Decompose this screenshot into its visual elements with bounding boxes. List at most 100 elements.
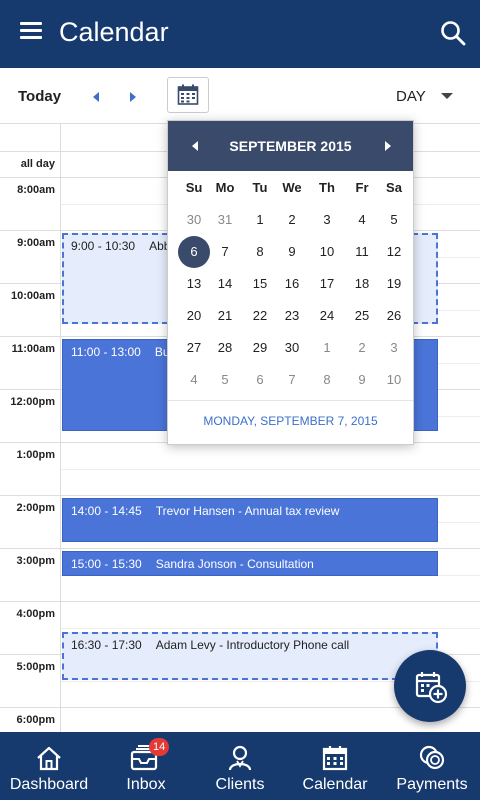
date-cell[interactable]: 5	[209, 364, 241, 396]
time-label: 11:00am	[11, 343, 55, 355]
payments-icon	[419, 745, 445, 770]
selected-date-label[interactable]: MONDAY, SEPTEMBER 7, 2015	[168, 414, 413, 428]
calendar-icon	[177, 84, 199, 105]
date-cell[interactable]: 25	[346, 300, 378, 332]
date-cell[interactable]: 11	[346, 236, 378, 268]
menu-icon[interactable]	[20, 22, 42, 40]
event-title: Trevor Hansen - Annual tax review	[155, 504, 340, 518]
event-time: 16:30 - 17:30	[71, 638, 142, 652]
inbox-badge: 14	[149, 738, 170, 756]
date-cell[interactable]: 18	[346, 268, 378, 300]
date-cell[interactable]: 3	[311, 204, 343, 236]
calendar-toolbar: Today DAY	[0, 68, 480, 124]
date-cell[interactable]: 2	[346, 332, 378, 364]
date-cell[interactable]: 6	[244, 364, 276, 396]
chevron-down-icon[interactable]	[441, 93, 453, 99]
all-day-label: all day	[20, 158, 55, 170]
time-label: 8:00am	[17, 184, 55, 196]
event-title: Adam Levy - Introductory Phone call	[155, 638, 350, 652]
weekday-label: Su	[185, 180, 203, 195]
next-month-icon[interactable]	[385, 141, 391, 151]
date-cell[interactable]: 15	[244, 268, 276, 300]
grid-line	[0, 601, 480, 602]
weekday-label: Th	[319, 180, 335, 195]
half-hour-line	[61, 628, 480, 629]
date-cell[interactable]: 9	[276, 236, 308, 268]
date-picker-popup: SEPTEMBER 2015 Su Mo Tu We Th Fr Sa 30 31…	[167, 120, 414, 445]
date-cell[interactable]: 1	[311, 332, 343, 364]
add-appointment-button[interactable]	[394, 650, 466, 722]
date-cell[interactable]: 23	[276, 300, 308, 332]
time-label: 12:00pm	[10, 396, 55, 408]
weekday-label: Sa	[386, 180, 402, 195]
divider	[168, 400, 413, 401]
next-day-icon[interactable]	[127, 90, 139, 104]
date-cell[interactable]: 7	[276, 364, 308, 396]
date-cell[interactable]: 14	[209, 268, 241, 300]
date-cell[interactable]: 21	[209, 300, 241, 332]
date-cell[interactable]: 10	[311, 236, 343, 268]
date-cell[interactable]: 22	[244, 300, 276, 332]
nav-label: Inbox	[126, 776, 166, 793]
date-cell[interactable]: 29	[244, 332, 276, 364]
date-cell[interactable]: 13	[178, 268, 210, 300]
nav-label: Payments	[396, 776, 468, 793]
weekday-label: Tu	[252, 180, 268, 195]
date-cell[interactable]: 12	[378, 236, 410, 268]
bottom-navigation: Dashboard 14 Inbox Clients Calendar Paym…	[0, 732, 480, 800]
time-label: 1:00pm	[16, 449, 55, 461]
event-time: 11:00 - 13:00	[71, 345, 141, 359]
date-cell[interactable]: 1	[244, 204, 276, 236]
date-cell[interactable]: 10	[378, 364, 410, 396]
date-cell[interactable]: 4	[178, 364, 210, 396]
date-cell[interactable]: 5	[378, 204, 410, 236]
date-cell[interactable]: 7	[209, 236, 241, 268]
event-time: 9:00 - 10:30	[71, 239, 136, 253]
date-cell[interactable]: 30	[276, 332, 308, 364]
nav-label: Clients	[215, 776, 265, 793]
today-button[interactable]: Today	[18, 88, 61, 105]
event-time: 15:00 - 15:30	[71, 557, 142, 571]
date-cell[interactable]: 16	[276, 268, 308, 300]
nav-item-calendar[interactable]: Calendar	[286, 732, 384, 800]
nav-item-payments[interactable]: Payments	[384, 732, 480, 800]
date-cell[interactable]: 8	[311, 364, 343, 396]
previous-day-icon[interactable]	[90, 90, 102, 104]
view-selector[interactable]: DAY	[396, 88, 426, 105]
date-cell[interactable]: 30	[178, 204, 210, 236]
nav-item-dashboard[interactable]: Dashboard	[0, 732, 98, 800]
nav-label: Dashboard	[9, 776, 89, 793]
event-block[interactable]: 16:30 - 17:30 Adam Levy - Introductory Ph…	[62, 632, 438, 680]
nav-item-inbox[interactable]: 14 Inbox	[98, 732, 194, 800]
grid-line	[0, 548, 480, 549]
date-cell[interactable]: 2	[276, 204, 308, 236]
date-cell[interactable]: 20	[178, 300, 210, 332]
date-cell[interactable]: 28	[209, 332, 241, 364]
grid-line	[0, 495, 480, 496]
date-picker-button[interactable]	[167, 77, 209, 113]
date-cell[interactable]: 26	[378, 300, 410, 332]
date-cell[interactable]: 31	[209, 204, 241, 236]
date-cell[interactable]: 8	[244, 236, 276, 268]
event-block[interactable]: 15:00 - 15:30 Sandra Jonson - Consultatio…	[62, 551, 438, 576]
calendar-icon	[322, 746, 348, 771]
date-picker-header: SEPTEMBER 2015	[168, 121, 413, 171]
date-cell[interactable]: 24	[311, 300, 343, 332]
app-bar: Calendar	[0, 0, 480, 68]
event-time: 14:00 - 14:45	[71, 504, 142, 518]
page-title: Calendar	[59, 17, 169, 47]
date-cell[interactable]: 17	[311, 268, 343, 300]
date-cell[interactable]: 6	[178, 236, 210, 268]
search-icon[interactable]	[440, 20, 466, 46]
date-cell[interactable]: 19	[378, 268, 410, 300]
weekday-label: We	[282, 180, 302, 195]
date-cell[interactable]: 4	[346, 204, 378, 236]
home-icon	[37, 746, 61, 771]
event-block[interactable]: 14:00 - 14:45 Trevor Hansen - Annual tax …	[62, 498, 438, 542]
time-label: 4:00pm	[16, 608, 55, 620]
date-cell[interactable]: 3	[378, 332, 410, 364]
clients-icon	[228, 745, 252, 771]
date-cell[interactable]: 9	[346, 364, 378, 396]
nav-item-clients[interactable]: Clients	[194, 732, 286, 800]
date-cell[interactable]: 27	[178, 332, 210, 364]
